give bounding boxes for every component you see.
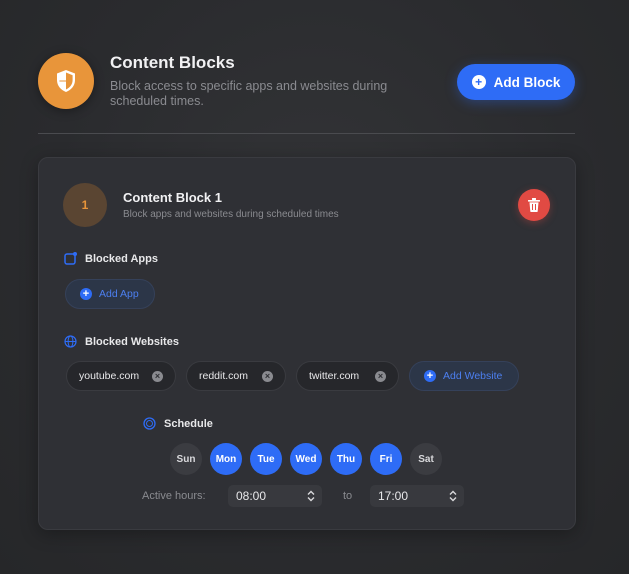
start-time-value: 08:00: [236, 489, 267, 503]
blocked-websites-heading: Blocked Websites: [64, 335, 179, 348]
website-label: reddit.com: [199, 370, 249, 382]
block-title: Content Block 1: [123, 190, 222, 205]
header-divider: [38, 133, 575, 134]
blocked-apps-heading: Blocked Apps: [64, 252, 158, 265]
plus-icon: +: [424, 370, 436, 382]
day-toggle-sun[interactable]: Sun: [170, 443, 202, 475]
page-header: Content Blocks Block access to specific …: [38, 53, 575, 113]
app-icon: [64, 252, 77, 265]
add-app-button[interactable]: + Add App: [65, 279, 155, 309]
content-block-card: 1 Content Block 1 Block apps and website…: [38, 157, 576, 530]
day-toggle-tue[interactable]: Tue: [250, 443, 282, 475]
globe-icon: [64, 335, 77, 348]
add-app-label: Add App: [99, 288, 139, 300]
website-chip: reddit.com ×: [186, 361, 286, 391]
schedule-heading: Schedule: [143, 417, 213, 430]
block-number-badge: 1: [63, 183, 107, 227]
shield-badge: [38, 53, 94, 109]
to-label: to: [343, 490, 353, 502]
website-label: youtube.com: [79, 370, 140, 382]
updown-chevron-icon: [449, 490, 457, 502]
end-time-select[interactable]: 17:00: [370, 485, 464, 507]
blocked-websites-label: Blocked Websites: [85, 335, 179, 348]
day-toggle-fri[interactable]: Fri: [370, 443, 402, 475]
add-website-button[interactable]: + Add Website: [409, 361, 519, 391]
blocked-apps-label: Blocked Apps: [85, 252, 158, 265]
website-label: twitter.com: [309, 370, 360, 382]
website-chip: twitter.com ×: [296, 361, 399, 391]
block-subtitle: Block apps and websites during scheduled…: [123, 209, 339, 220]
updown-chevron-icon: [307, 490, 315, 502]
remove-icon[interactable]: ×: [262, 370, 273, 382]
delete-block-button[interactable]: [518, 189, 550, 221]
day-toggle-thu[interactable]: Thu: [330, 443, 362, 475]
day-toggle-mon[interactable]: Mon: [210, 443, 242, 475]
add-website-label: Add Website: [443, 370, 503, 382]
page-title: Content Blocks: [110, 53, 235, 72]
plus-icon: +: [80, 288, 92, 300]
day-toggle-sat[interactable]: Sat: [410, 443, 442, 475]
website-chip: youtube.com ×: [66, 361, 176, 391]
plus-circle-icon: +: [471, 75, 486, 89]
remove-icon[interactable]: ×: [152, 370, 163, 382]
shield-icon: [57, 70, 75, 92]
add-block-label: Add Block: [493, 74, 561, 90]
active-hours-label: Active hours:: [142, 490, 206, 502]
end-time-value: 17:00: [378, 489, 409, 503]
schedule-label: Schedule: [164, 417, 213, 430]
day-toggle-wed[interactable]: Wed: [290, 443, 322, 475]
clock-icon: [143, 417, 156, 430]
page-description: Block access to specific apps and websit…: [110, 79, 388, 108]
remove-icon[interactable]: ×: [375, 370, 386, 382]
add-block-button[interactable]: + Add Block: [457, 64, 575, 100]
start-time-select[interactable]: 08:00: [228, 485, 322, 507]
trash-icon: [528, 198, 540, 212]
